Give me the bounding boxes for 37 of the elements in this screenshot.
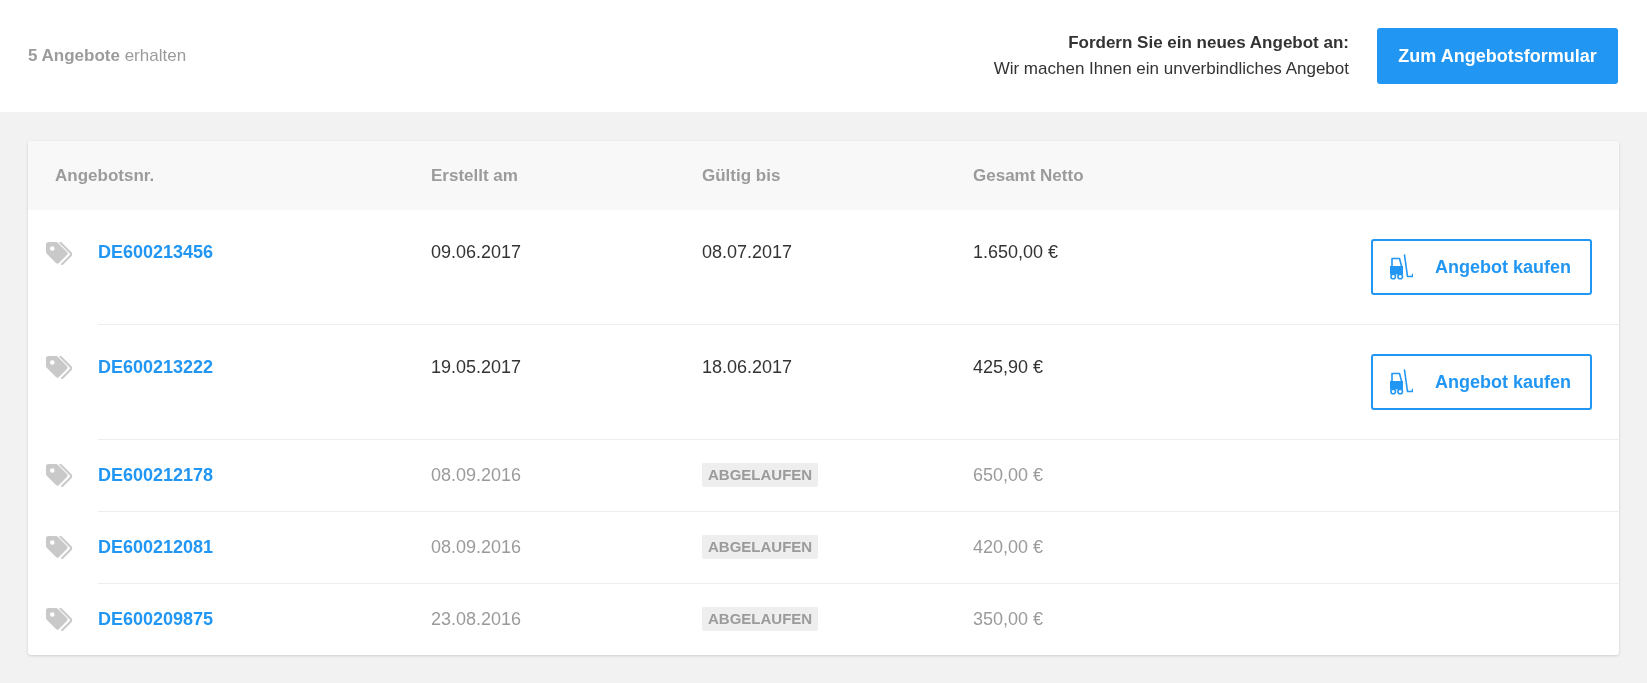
expired-badge: ABGELAUFEN [702, 463, 819, 487]
expired-badge: ABGELAUFEN [702, 607, 819, 631]
created-date: 09.06.2017 [431, 242, 522, 262]
created-date: 23.08.2016 [431, 609, 522, 629]
buy-offer-button[interactable]: Angebot kaufen [1371, 239, 1592, 295]
expired-badge: ABGELAUFEN [702, 535, 819, 559]
column-header: Angebotsnr. [55, 165, 155, 185]
tags-icon [46, 464, 73, 487]
request-offer-subtitle: Wir machen Ihnen ein unverbindliches Angebot [993, 58, 1349, 80]
offers-received-text: 5 Angebote erhalten [28, 45, 187, 68]
valid-until-date: 18.06.2017 [702, 355, 793, 379]
offer-number-link[interactable]: DE600213222 [98, 357, 214, 377]
column-header: Gültig bis [702, 165, 781, 185]
offer-number-link[interactable]: DE600209875 [98, 609, 214, 629]
buy-offer-button[interactable]: Angebot kaufen [1371, 354, 1592, 410]
net-total: 420,00 € [973, 537, 1044, 557]
offer-number-link[interactable]: DE600213456 [98, 242, 214, 262]
created-date: 19.05.2017 [431, 357, 522, 377]
net-total: 1.650,00 € [973, 242, 1059, 262]
offer-number-link[interactable]: DE600212081 [98, 537, 214, 557]
offer-number-link[interactable]: DE600212178 [98, 465, 214, 485]
created-date: 08.09.2016 [431, 465, 522, 485]
request-offer-title: Fordern Sie ein neues Angebot an: [1068, 32, 1349, 54]
column-header: Gesamt Netto [973, 165, 1084, 185]
valid-until-date: 08.07.2017 [702, 240, 793, 264]
column-header: Erstellt am [431, 165, 518, 185]
tags-icon [46, 356, 73, 379]
created-date: 08.09.2016 [431, 537, 522, 557]
tags-icon [46, 536, 73, 559]
net-total: 425,90 € [973, 357, 1044, 377]
offer-form-button[interactable]: Zum Angebotsformular [1377, 28, 1618, 84]
forklift-icon [1389, 254, 1413, 280]
forklift-icon [1389, 369, 1413, 395]
net-total: 350,00 € [973, 609, 1044, 629]
tags-icon [46, 242, 73, 265]
net-total: 650,00 € [973, 465, 1044, 485]
tags-icon [46, 608, 73, 631]
